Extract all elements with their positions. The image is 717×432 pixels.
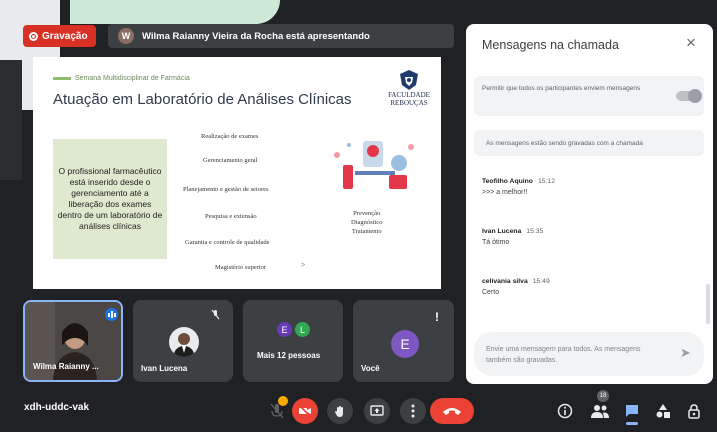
- participant-name: Mais 12 pessoas: [257, 351, 321, 360]
- message-time: 15:35: [526, 228, 544, 235]
- active-indicator: [626, 422, 638, 425]
- slide-highlight-box: O profissional farmacêutico está inserid…: [53, 139, 167, 259]
- chat-message: celivania silva 15:49 Certo: [482, 278, 550, 296]
- chat-permission-toggle[interactable]: [676, 89, 702, 103]
- camera-off-icon: [298, 404, 312, 418]
- message-sender: Teofilho Aquino: [482, 178, 533, 185]
- send-icon[interactable]: ➤: [680, 345, 691, 361]
- background-strip: [0, 60, 22, 180]
- background-window-green: [70, 0, 280, 24]
- chat-recording-info: As mensagens estão sendo gravadas com a …: [474, 130, 704, 156]
- chat-message: Teofilho Aquino 15:12 >>> a melhor!!: [482, 178, 555, 196]
- toggle-label: Permitir que todos os participantes envi…: [482, 85, 641, 92]
- faculdade-logo: FACULDADE REBOUÇAS: [388, 69, 430, 109]
- host-controls-icon: [688, 404, 700, 419]
- chat-input[interactable]: Envie uma mensagem para todos. As mensag…: [474, 332, 704, 376]
- chat-button[interactable]: [622, 401, 642, 421]
- avatar: L: [295, 322, 310, 337]
- shared-slide: Semana Multidisciplinar de Farmácia Atua…: [33, 57, 441, 289]
- chat-scrollbar[interactable]: [706, 284, 710, 324]
- slide-item: Pesquisa e extensão: [205, 213, 257, 220]
- slide-item: Realização de exames: [201, 133, 259, 140]
- avatar: [169, 327, 199, 357]
- participant-count-badge: 18: [597, 390, 609, 402]
- participant-tile-self[interactable]: ! E Você: [353, 300, 454, 382]
- recording-label: Gravação: [42, 30, 88, 42]
- participant-tile[interactable]: Ivan Lucena: [133, 300, 233, 382]
- message-text: Certo: [482, 289, 500, 296]
- present-screen-icon: [370, 405, 384, 416]
- chat-title: Mensagens na chamada: [482, 38, 619, 52]
- camera-toggle[interactable]: [292, 398, 318, 424]
- people-button[interactable]: [590, 401, 610, 421]
- raise-hand-button[interactable]: [327, 398, 353, 424]
- chat-icon: [626, 405, 638, 417]
- activities-icon: [656, 404, 670, 418]
- present-button[interactable]: [364, 398, 390, 424]
- more-options-button[interactable]: [400, 398, 426, 424]
- presenting-text: Wilma Raianny Vieira da Rocha está apres…: [142, 30, 370, 42]
- speaking-indicator-icon: [105, 308, 118, 321]
- message-time: 15:12: [537, 178, 555, 185]
- message-sender: celivania silva: [482, 278, 528, 285]
- hangup-icon: [443, 408, 461, 415]
- presenting-banner: W Wilma Raianny Vieira da Rocha está apr…: [108, 24, 454, 48]
- lab-illustration-icon: [329, 135, 419, 200]
- meeting-info-button[interactable]: [555, 401, 575, 421]
- activities-button[interactable]: [653, 401, 673, 421]
- host-controls-button[interactable]: [684, 401, 704, 421]
- raise-hand-icon: [335, 406, 343, 417]
- record-icon: [29, 31, 38, 41]
- slide-item: Garantia e controle de qualidade: [185, 239, 270, 246]
- slide-item: Magistério superior: [215, 264, 267, 271]
- message-text: Tá ótimo: [482, 239, 510, 246]
- avatar: E: [277, 322, 292, 337]
- info-icon: [557, 403, 573, 419]
- slide-title: Atuação em Laboratório de Análises Clíni…: [53, 91, 352, 108]
- avatar: E: [391, 330, 419, 358]
- participant-name: Wilma Raianny ...: [33, 362, 99, 371]
- participant-tile-more[interactable]: E L Mais 12 pessoas: [243, 300, 343, 382]
- message-time: 15:49: [532, 278, 550, 285]
- mic-off-icon: [209, 308, 222, 321]
- alert-icon[interactable]: !: [435, 310, 439, 324]
- participant-name: Você: [361, 364, 380, 373]
- chat-panel: Mensagens na chamada × Permitir que todo…: [466, 24, 713, 384]
- slide-item: Planejamento e gestão de setores: [183, 186, 269, 193]
- participant-name: Ivan Lucena: [141, 364, 188, 373]
- more-options-icon: [411, 404, 415, 418]
- participant-tile-presenter[interactable]: Wilma Raianny ...: [23, 300, 123, 382]
- chat-input-placeholder: Envie uma mensagem para todos. As mensag…: [486, 346, 641, 364]
- chat-permission-setting: Permitir que todos os participantes envi…: [474, 76, 704, 116]
- meeting-code: xdh-uddc-vak: [24, 402, 90, 413]
- slide-subtitle: Semana Multidisciplinar de Farmácia: [53, 75, 190, 82]
- slide-right-list: Prevenção Diagnóstico Tratamento: [351, 210, 383, 235]
- slide-arrow: >: [301, 262, 306, 269]
- people-icon: [591, 405, 609, 418]
- bottom-toolbar: xdh-uddc-vak 18: [0, 390, 717, 432]
- presenter-avatar: W: [118, 28, 134, 44]
- recording-badge[interactable]: Gravação: [23, 25, 96, 47]
- warning-badge-icon: [278, 396, 288, 406]
- slide-item: Gerenciamento geral: [203, 157, 258, 164]
- message-text: >>> a melhor!!: [482, 189, 528, 196]
- hangup-button[interactable]: [430, 398, 474, 424]
- message-sender: Ivan Lucena: [482, 228, 522, 235]
- close-icon[interactable]: ×: [686, 33, 696, 53]
- chat-message: Ivan Lucena 15:35 Tá ótimo: [482, 228, 543, 246]
- crest-icon: [400, 70, 418, 90]
